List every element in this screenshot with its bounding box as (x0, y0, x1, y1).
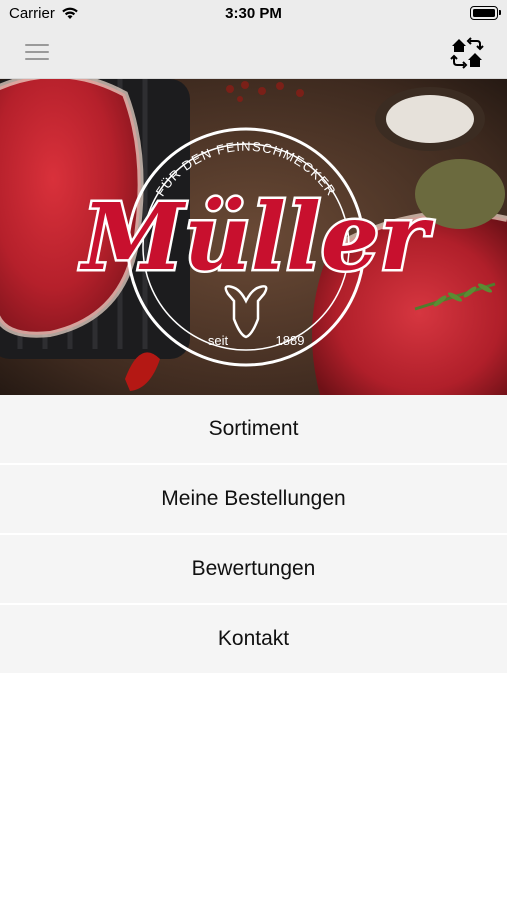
wifi-icon (62, 7, 78, 19)
menu-item-bewertungen[interactable]: Bewertungen (0, 535, 507, 603)
logo-since-text: seit (208, 333, 229, 348)
carrier-label: Carrier (9, 4, 55, 22)
logo-brand-text: Müller (79, 183, 434, 291)
switch-store-icon[interactable] (449, 35, 485, 71)
hero-image: FÜR DEN FEINSCHMECKER Müller seit 1889 (0, 79, 507, 395)
nav-bar (0, 26, 507, 79)
hamburger-menu-icon[interactable] (24, 41, 50, 63)
main-menu: Sortiment Meine Bestellungen Bewertungen… (0, 395, 507, 675)
status-left: Carrier (9, 5, 79, 22)
menu-line (25, 58, 49, 60)
battery-icon (470, 6, 501, 20)
menu-item-meine-bestellungen[interactable]: Meine Bestellungen (0, 465, 507, 533)
status-bar: Carrier 3:30 PM (0, 0, 507, 26)
menu-item-sortiment[interactable]: Sortiment (0, 395, 507, 463)
menu-line (25, 44, 49, 46)
battery-level (473, 9, 495, 17)
menu-item-kontakt[interactable]: Kontakt (0, 605, 507, 673)
logo-year-text: 1889 (276, 333, 305, 348)
menu-line (25, 51, 49, 53)
herb-spoon (415, 159, 505, 229)
hero-banner: FÜR DEN FEINSCHMECKER Müller seit 1889 (0, 79, 507, 395)
